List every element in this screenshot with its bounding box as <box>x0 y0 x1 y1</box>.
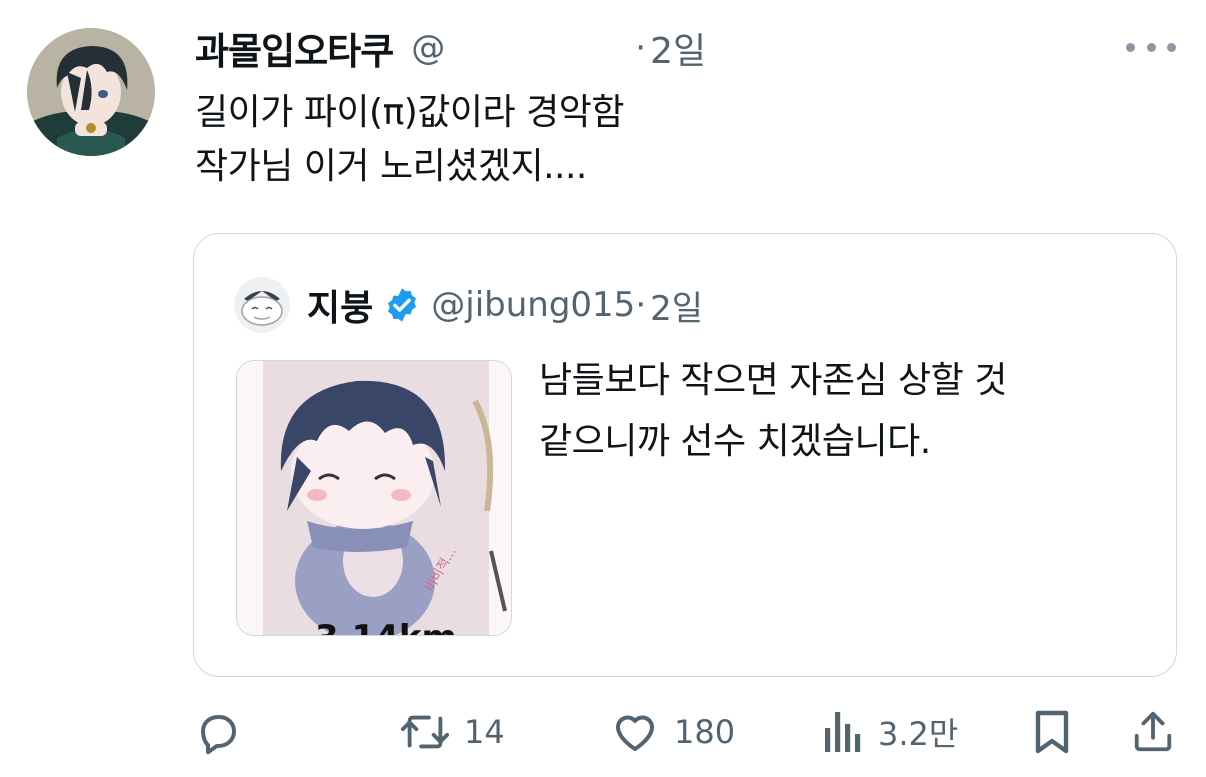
views-count: 3.2만 <box>878 715 959 753</box>
views-button[interactable]: 3.2만 <box>822 700 958 764</box>
reply-icon <box>201 715 236 755</box>
manga-panel-chibi-character: 비비적... 3.14km <box>237 361 511 636</box>
quoted-media-thumbnail[interactable]: 비비적... 3.14km <box>236 360 512 636</box>
like-count: 180 <box>674 713 736 751</box>
avatar-cartoon-face <box>234 277 290 333</box>
quoted-tweet-header: 지붕 @jibung015 · 2일 <box>234 277 703 333</box>
quoted-text-line: 같으니까 선수 치겠습니다. <box>539 421 931 462</box>
like-button[interactable]: 180 <box>610 700 735 764</box>
tweet-time[interactable]: 2일 <box>650 22 706 74</box>
tweet-header: 과몰입오타쿠 @ · 2일 <box>195 22 706 74</box>
media-bottom-text: 3.14km <box>315 618 457 636</box>
share-icon <box>1134 711 1172 752</box>
quoted-text-line: 남들보다 작으면 자존심 상할 것 <box>539 360 1007 401</box>
quoted-author-name[interactable]: 지붕 <box>307 279 373 331</box>
more-horizontal-icon <box>1126 42 1135 52</box>
tweet-text-line: 작가님 이거 노리셨겠지.... <box>195 146 587 187</box>
quoted-author-handle[interactable]: @jibung015 <box>431 285 635 325</box>
author-avatar[interactable] <box>27 28 155 156</box>
verified-badge-icon <box>388 288 417 322</box>
share-button[interactable] <box>1130 700 1176 764</box>
author-name[interactable]: 과몰입오타쿠 <box>195 21 394 75</box>
tweet-text: 길이가 파이(π)값이라 경악함작가님 이거 노리셨겠지.... <box>195 86 624 194</box>
quoted-tweet[interactable]: 지붕 @jibung015 · 2일 비비적... 3.14km <box>193 233 1177 677</box>
separator-dot: · <box>635 285 647 325</box>
quoted-tweet-time[interactable]: 2일 <box>650 281 703 330</box>
action-bar: 14 180 3.2만 <box>0 700 1206 764</box>
bookmark-icon <box>1035 710 1069 754</box>
views-icon <box>825 712 861 752</box>
retweet-icon <box>400 715 450 749</box>
avatar-anime-boy <box>27 28 155 156</box>
retweet-button[interactable]: 14 <box>400 700 505 764</box>
more-options-button[interactable] <box>1126 30 1176 64</box>
retweet-count: 14 <box>464 713 505 751</box>
bookmark-button[interactable] <box>1032 700 1072 764</box>
quoted-author-avatar[interactable] <box>234 277 290 333</box>
heart-icon <box>616 715 654 751</box>
quoted-tweet-text: 남들보다 작으면 자존심 상할 것같으니까 선수 치겠습니다. <box>539 350 1007 472</box>
tweet-text-line: 길이가 파이(π)값이라 경악함 <box>195 92 624 133</box>
author-handle[interactable]: @ <box>411 28 445 68</box>
separator-dot: · <box>635 28 647 68</box>
reply-button[interactable] <box>194 700 242 764</box>
